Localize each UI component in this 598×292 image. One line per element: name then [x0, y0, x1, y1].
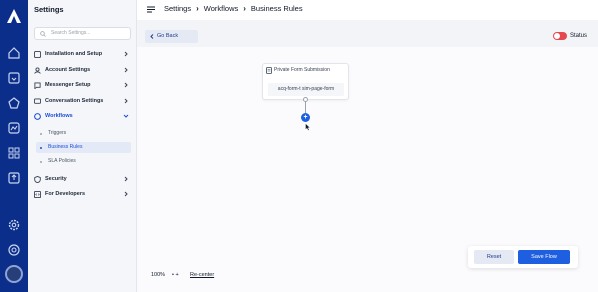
settings-search-input[interactable]: Search Settings...: [34, 27, 131, 40]
help-icon[interactable]: [7, 243, 21, 257]
workflow-icon: [34, 113, 41, 120]
sidebar-item-security[interactable]: Security: [34, 173, 131, 185]
sidebar-subitem-label: Business Rules: [48, 144, 83, 150]
status-label: Status: [570, 33, 588, 39]
sidebar-item-label: Messenger Setup: [45, 82, 91, 88]
chevron-right-icon: [124, 191, 128, 197]
breadcrumb-separator-icon: ›: [243, 4, 246, 13]
search-placeholder: Search Settings...: [51, 30, 91, 36]
wrench-icon: [34, 51, 41, 58]
sidebar-item-messenger[interactable]: Messenger Setup: [34, 79, 131, 91]
sidebar-item-conversation[interactable]: Conversation Settings: [34, 95, 131, 107]
go-back-label: Go Back: [157, 33, 179, 39]
hamburger-menu-icon[interactable]: [147, 6, 155, 13]
flow-trigger-node[interactable]: Private Form Submission acq-form-t sim-p…: [262, 63, 349, 100]
sidebar-item-label: Conversation Settings: [45, 98, 104, 104]
status-toggle[interactable]: [553, 32, 567, 40]
sidebar-item-label: Account Settings: [45, 67, 91, 73]
breadcrumb: Settings › Workflows › Business Rules: [164, 4, 303, 13]
chevron-left-icon: [150, 34, 154, 39]
zoom-level: 100%: [151, 272, 166, 278]
code-icon: [34, 191, 41, 198]
chevron-right-icon: [124, 51, 128, 57]
sidebar-title: Settings: [34, 5, 64, 14]
chevron-right-icon: [124, 82, 128, 88]
breadcrumb-separator-icon: ›: [196, 4, 199, 13]
search-icon: [40, 31, 46, 37]
connector-handle[interactable]: [303, 97, 308, 102]
form-icon: [266, 67, 272, 74]
node-value: acq-form-t sim-page-form: [268, 83, 344, 96]
sidebar-item-label: Workflows: [45, 113, 73, 119]
user-avatar[interactable]: [5, 265, 23, 283]
sidebar-item-label: Installation and Setup: [45, 51, 103, 57]
apps-grid-icon[interactable]: [7, 146, 21, 160]
shield-icon: [34, 176, 41, 183]
sidebar-item-installation[interactable]: Installation and Setup: [34, 48, 131, 60]
zoom-controls[interactable]: • +: [172, 272, 179, 279]
canvas-header: [137, 20, 598, 47]
chevron-right-icon: [124, 67, 128, 73]
export-icon[interactable]: [7, 171, 21, 185]
home-icon[interactable]: [7, 46, 21, 60]
chevron-right-icon: [124, 176, 128, 182]
sidebar-item-developers[interactable]: For Developers: [34, 188, 131, 200]
chevron-down-icon: [123, 114, 129, 118]
flow-actions: Reset Save Flow: [468, 246, 578, 268]
breadcrumb-settings[interactable]: Settings: [164, 4, 191, 13]
app-logo-icon[interactable]: [6, 8, 22, 24]
recenter-link[interactable]: Re-center: [190, 272, 214, 279]
sidebar-subitem-business-rules[interactable]: Business Rules: [36, 142, 131, 153]
sidebar-subitem-sla-policies[interactable]: SLA Policies: [36, 156, 131, 167]
sidebar-item-label: For Developers: [45, 191, 86, 197]
chevron-right-icon: [124, 98, 128, 104]
chat-icon[interactable]: [7, 96, 21, 110]
sidebar-subitem-label: Triggers: [48, 130, 67, 136]
sidebar-subitem-label: SLA Policies: [48, 158, 76, 164]
conversation-icon: [34, 98, 41, 104]
sidebar-item-workflows[interactable]: Workflows: [34, 110, 131, 122]
messenger-icon: [34, 82, 41, 89]
sidebar-item-label: Security: [45, 176, 67, 182]
top-bar: Settings › Workflows › Business Rules: [137, 0, 598, 20]
node-title: Private Form Submission: [274, 67, 330, 73]
reset-button[interactable]: Reset: [474, 250, 514, 264]
node-header: Private Form Submission: [266, 67, 330, 74]
sidebar-subitem-triggers[interactable]: Triggers: [36, 128, 131, 139]
inbox-icon[interactable]: [7, 71, 21, 85]
breadcrumb-business-rules: Business Rules: [250, 4, 303, 13]
go-back-button[interactable]: Go Back: [145, 30, 198, 43]
settings-sidebar: Settings Search Settings... Installation…: [28, 0, 137, 292]
reports-icon[interactable]: [7, 121, 21, 135]
settings-gear-icon[interactable]: [7, 218, 21, 232]
save-flow-button[interactable]: Save Flow: [518, 250, 570, 264]
sidebar-item-account[interactable]: Account Settings: [34, 64, 131, 76]
add-step-button[interactable]: +: [301, 113, 310, 122]
mouse-cursor-icon: [305, 123, 311, 131]
breadcrumb-workflows[interactable]: Workflows: [204, 4, 238, 13]
account-icon: [34, 67, 41, 74]
app-rail: [0, 0, 28, 292]
